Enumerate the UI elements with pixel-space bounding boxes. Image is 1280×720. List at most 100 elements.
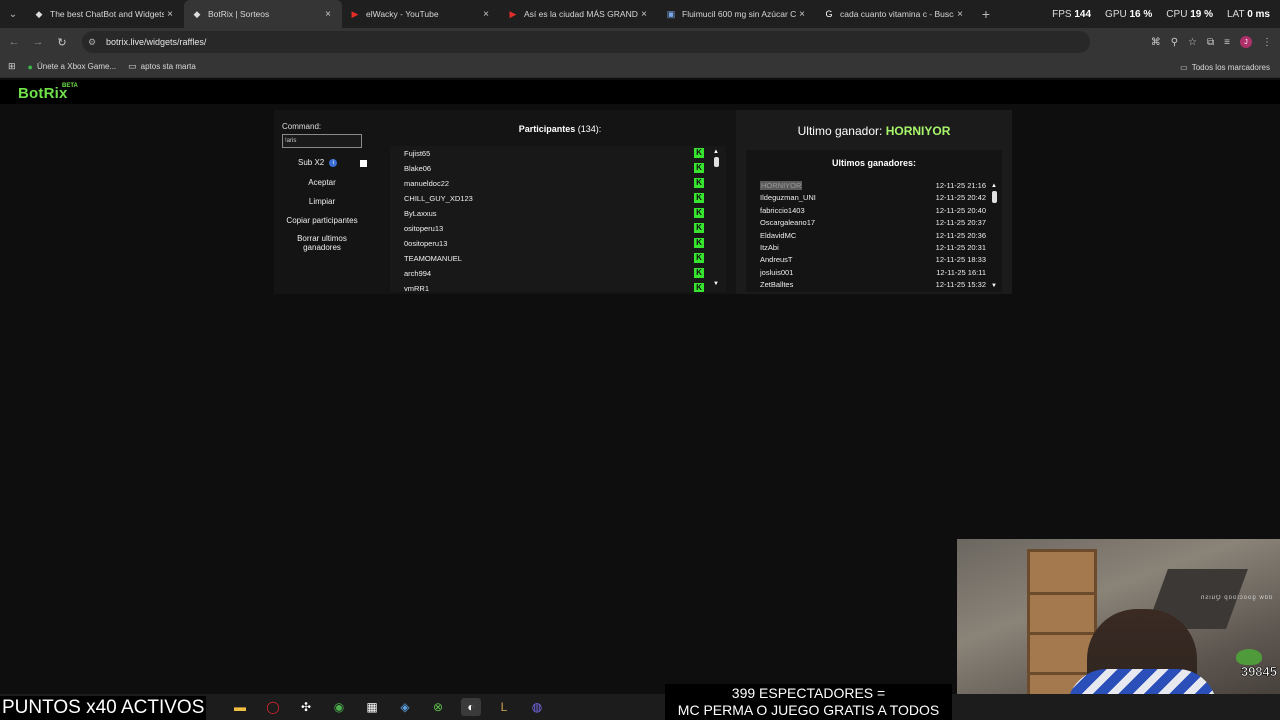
menu-kebab-icon[interactable]: ⋮ — [1262, 37, 1272, 48]
reload-button[interactable]: ↻ — [50, 36, 74, 49]
participant-name: Fujist65 — [404, 149, 431, 158]
xbox-icon[interactable]: ⊗ — [428, 698, 448, 716]
google-icon: G — [825, 9, 833, 19]
close-icon[interactable]: × — [954, 9, 966, 20]
scroll-up-icon[interactable]: ▲ — [990, 182, 998, 190]
file-explorer-icon[interactable]: ▬ — [230, 698, 250, 716]
steam-icon[interactable]: ◈ — [395, 698, 415, 716]
back-button[interactable]: ← — [2, 36, 26, 48]
new-tab-button[interactable]: + — [974, 6, 998, 22]
last-winner-name: HORNIYOR — [885, 124, 951, 138]
scroll-down-icon[interactable]: ▼ — [990, 282, 998, 290]
participant-row: CHILL_GUY_XD123 K — [390, 191, 726, 206]
address-bar[interactable]: ⚙ botrix.live/widgets/raffles/ — [82, 31, 1090, 53]
winner-name: Oscargaleano17 — [760, 218, 816, 228]
delete-winners-button[interactable]: Borrar ultimos ganadores — [280, 234, 364, 252]
scroll-down-icon[interactable]: ▼ — [712, 280, 720, 288]
command-label: Command: — [282, 122, 322, 131]
bookmark-aptos[interactable]: ▭ aptos sta marta — [128, 61, 196, 72]
close-icon[interactable]: × — [322, 9, 334, 20]
scroll-thumb[interactable] — [713, 157, 719, 167]
site-info-icon[interactable]: ⚙ — [88, 37, 102, 48]
winners-list[interactable]: HORNIYOR 12-11-25 21:16 Ildeguzman_UNI 12-1… — [760, 180, 988, 290]
browser-tab[interactable]: ▣ Fluimucil 600 mg sin Azúcar Ca × — [658, 0, 816, 28]
browser-tab[interactable]: ◆ BotRix | Sorteos × — [184, 0, 342, 28]
winners-scrollbar[interactable]: ▲ ▼ — [990, 182, 998, 290]
accept-button[interactable]: Aceptar — [282, 178, 362, 187]
participant-row: ByLaxxus K — [390, 206, 726, 221]
tab-title: Fluimucil 600 mg sin Azúcar Ca — [682, 9, 796, 19]
profile-avatar[interactable]: J — [1240, 36, 1252, 48]
kick-icon: K — [694, 178, 704, 188]
kick-icon: K — [694, 283, 704, 292]
translate-icon[interactable]: ⌘ — [1151, 37, 1161, 48]
frog-emote-icon — [1236, 649, 1262, 665]
winner-date: 12-11-25 20:37 — [935, 218, 986, 228]
apps-grid-icon[interactable]: ⊞ — [8, 61, 16, 72]
winner-name: ZetBalltes — [760, 280, 794, 290]
botrix-icon: ◆ — [193, 8, 201, 19]
last-winner-heading: Ultimo ganador: HORNIYOR — [797, 124, 951, 138]
winner-row: HORNIYOR 12-11-25 21:16 — [760, 180, 988, 192]
winner-name: josluis001 — [760, 267, 794, 277]
participant-name: vmRR1 — [404, 284, 430, 292]
opera-icon[interactable]: ◯ — [263, 698, 283, 716]
winner-row: Oscargaleano17 12-11-25 20:37 — [760, 217, 988, 229]
winner-row: Ildeguzman_UNI 12-11-25 20:42 — [760, 192, 988, 204]
winner-date: 12-11-25 20:31 — [935, 242, 986, 252]
sub-x2-option: Sub X2 i — [298, 158, 338, 167]
browser-tab[interactable]: ▶ Así es la ciudad MÁS GRANDE × — [500, 0, 658, 28]
zoom-icon[interactable]: ⚲ — [1171, 37, 1178, 48]
close-icon[interactable]: × — [638, 9, 650, 20]
browser-tab[interactable]: Gcada cuanto vitamina c - Busca × — [816, 0, 974, 28]
participant-name: ositoperu13 — [404, 224, 444, 233]
participant-row: vmRR1 K — [390, 281, 726, 292]
close-icon[interactable]: × — [480, 9, 492, 20]
star-icon[interactable]: ☆ — [1188, 37, 1197, 48]
winner-date: 12-11-25 20:36 — [935, 230, 986, 240]
winner-name: ItzAbi — [760, 242, 779, 252]
participants-scrollbar[interactable]: ▲ ▼ — [712, 148, 720, 288]
cpu-stat: CPU 19 % — [1166, 8, 1213, 20]
calculator-icon[interactable]: ▦ — [362, 698, 382, 716]
discord-icon[interactable]: ◍ — [527, 698, 547, 716]
command-input[interactable]: !aris — [282, 134, 362, 148]
league-icon[interactable]: L — [494, 698, 514, 716]
tab-title: BotRix | Sorteos — [208, 9, 270, 19]
kick-icon: K — [694, 223, 704, 233]
participant-row: manueldoc22 K — [390, 176, 726, 191]
close-icon[interactable]: × — [164, 9, 176, 20]
chrome-icon[interactable]: ◉ — [329, 698, 349, 716]
extensions-icon[interactable]: ⧉ — [1207, 37, 1214, 48]
info-icon[interactable]: i — [329, 158, 338, 167]
bookmark-xbox[interactable]: ● Únete a Xbox Game... — [28, 62, 117, 72]
close-icon[interactable]: × — [796, 9, 808, 20]
browser-tab[interactable]: ◆ The best ChatBot and Widgets × — [26, 0, 184, 28]
winner-name: fabriccio1403 — [760, 205, 805, 215]
tab-search-button[interactable]: ⌄ — [0, 0, 26, 28]
all-bookmarks-button[interactable]: ▭ Todos los marcadores — [1180, 56, 1270, 78]
winner-date: 12-11-25 20:42 — [935, 193, 986, 203]
obs-icon[interactable]: ◐ — [461, 698, 481, 716]
kick-icon: K — [694, 208, 704, 218]
participants-count: (134): — [577, 124, 602, 134]
participants-list[interactable]: Fujist65 K Blake06 Kmanueldoc22 K CHILL_GUY_X… — [390, 146, 726, 292]
kick-icon: K — [694, 253, 704, 263]
browser-tab[interactable]: ▶ elWacky - YouTube × — [342, 0, 500, 28]
participant-row: Fujist65 K — [390, 146, 726, 161]
scroll-up-icon[interactable]: ▲ — [712, 148, 720, 156]
copy-participants-button[interactable]: Copiar participantes — [282, 216, 362, 225]
reading-list-icon[interactable]: ≡ — [1224, 37, 1230, 48]
participant-row: Blake06 K — [390, 161, 726, 176]
participant-name: TEAMOMANUEL — [404, 254, 462, 263]
clear-button[interactable]: Limpiar — [282, 197, 362, 206]
sub-x2-checkbox[interactable] — [360, 160, 367, 167]
folder-icon: ▭ — [1180, 62, 1188, 72]
forward-button[interactable]: → — [26, 36, 50, 48]
reload-icon: ↻ — [57, 36, 67, 49]
app-icon[interactable]: ✣ — [296, 698, 316, 716]
botrix-logo[interactable]: BotRix — [18, 85, 68, 102]
scroll-thumb[interactable] — [991, 191, 997, 203]
winners-title: Ultimos ganadores: — [831, 158, 916, 168]
url-text: botrix.live/widgets/raffles/ — [106, 37, 207, 47]
